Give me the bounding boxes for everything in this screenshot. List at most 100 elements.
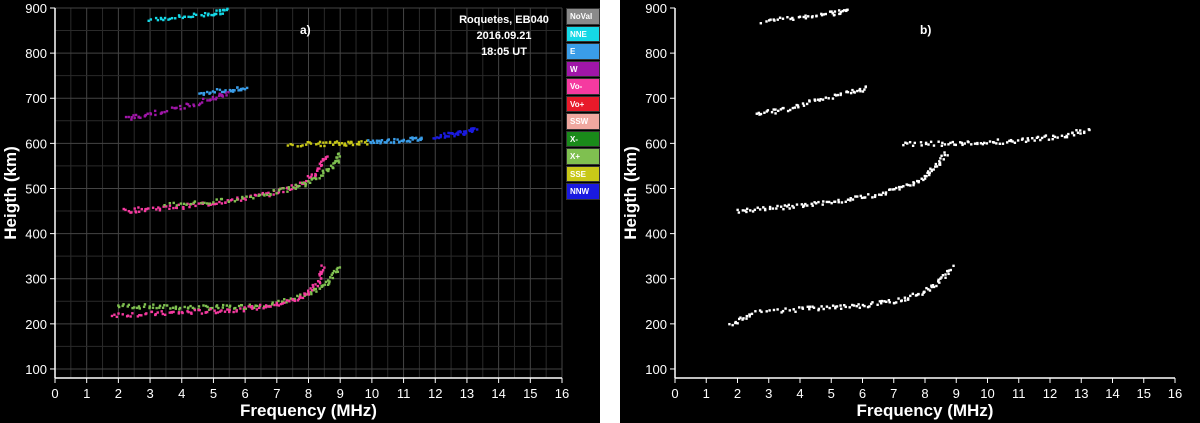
x-tick-label: 13 <box>460 386 474 401</box>
data-point <box>272 193 275 196</box>
data-point <box>888 301 891 304</box>
data-point <box>131 312 134 315</box>
data-point <box>314 287 318 291</box>
data-point <box>243 306 246 309</box>
data-point <box>217 306 220 310</box>
data-point <box>212 201 215 204</box>
data-point <box>443 132 446 135</box>
data-point <box>323 266 326 269</box>
x-tick-label: 16 <box>1168 386 1182 401</box>
data-point <box>393 137 396 141</box>
chart-b-svg: 0 1 2 3 4 5 6 7 8 9 10 11 12 13 14 15 161002003004005006… <box>621 1 1182 420</box>
x-tick-label: 2 <box>734 386 741 401</box>
data-point <box>792 206 795 209</box>
data-point <box>155 306 158 310</box>
data-point <box>214 12 218 16</box>
data-point <box>370 141 373 145</box>
data-point <box>876 303 879 306</box>
data-point <box>912 182 916 185</box>
data-point <box>273 303 276 307</box>
data-point <box>140 207 143 211</box>
data-point <box>737 211 741 214</box>
data-point <box>800 203 804 206</box>
data-point <box>301 296 305 300</box>
data-point <box>331 276 335 280</box>
data-point <box>132 114 135 117</box>
data-point <box>919 141 923 144</box>
data-point <box>1031 136 1034 140</box>
date-label: 2016.09.21 <box>476 30 532 42</box>
data-point <box>191 15 195 18</box>
data-point <box>786 16 789 19</box>
data-point <box>852 304 856 307</box>
data-point <box>227 91 230 94</box>
data-point <box>245 195 248 198</box>
data-point <box>917 181 920 184</box>
data-point <box>231 198 234 201</box>
data-point <box>283 298 286 301</box>
data-point <box>963 142 966 145</box>
data-point <box>133 207 136 210</box>
data-point <box>1039 138 1042 142</box>
data-point <box>134 210 137 213</box>
data-point <box>220 309 223 312</box>
data-point <box>863 88 866 91</box>
data-point <box>983 141 986 145</box>
x-tick-label: 13 <box>1074 386 1088 401</box>
legend-item-vo-: Vo- <box>566 78 600 95</box>
data-point <box>154 16 158 20</box>
data-point <box>731 323 734 327</box>
data-point <box>985 142 989 145</box>
x-tick-label: 3 <box>765 386 772 401</box>
data-point <box>311 283 314 287</box>
data-point <box>763 111 766 114</box>
data-point <box>781 309 785 313</box>
data-point <box>334 141 337 144</box>
x-tick-label: 1 <box>703 386 710 401</box>
data-point <box>822 307 825 311</box>
x-tick-label: 4 <box>796 386 803 401</box>
data-point <box>1026 137 1029 140</box>
data-point <box>170 106 174 109</box>
x-tick-label: 12 <box>1043 386 1057 401</box>
data-point <box>264 306 268 309</box>
data-point <box>291 143 294 147</box>
data-point <box>923 177 927 180</box>
data-point <box>464 131 468 135</box>
data-point <box>372 141 376 145</box>
data-point <box>812 306 816 309</box>
data-point <box>913 141 917 145</box>
data-point <box>200 201 203 205</box>
data-point <box>206 90 209 94</box>
data-point <box>745 210 748 214</box>
data-point <box>472 127 475 131</box>
data-point <box>758 208 762 211</box>
data-point <box>150 310 154 314</box>
data-point <box>335 156 338 159</box>
data-point <box>846 8 849 11</box>
data-point <box>927 170 930 173</box>
data-point <box>928 173 931 177</box>
data-point <box>944 273 947 276</box>
x-tick-label: 5 <box>828 386 835 401</box>
data-point <box>205 202 209 205</box>
data-point <box>117 305 121 309</box>
data-point <box>182 202 186 206</box>
data-point <box>889 188 892 191</box>
data-point <box>953 143 956 146</box>
data-point <box>941 274 945 277</box>
data-point <box>1079 132 1082 135</box>
x-tick-label: 0 <box>51 386 58 401</box>
data-point <box>126 314 130 317</box>
data-point <box>188 205 191 209</box>
x-tick-label: 15 <box>523 386 537 401</box>
data-point <box>824 12 828 16</box>
data-point <box>316 169 319 172</box>
data-point <box>367 139 370 142</box>
x-tick-label: 8 <box>921 386 928 401</box>
data-point <box>947 272 950 276</box>
data-point <box>168 201 172 205</box>
x-tick-label: 5 <box>210 386 217 401</box>
data-point <box>160 17 163 21</box>
data-point <box>337 152 340 155</box>
